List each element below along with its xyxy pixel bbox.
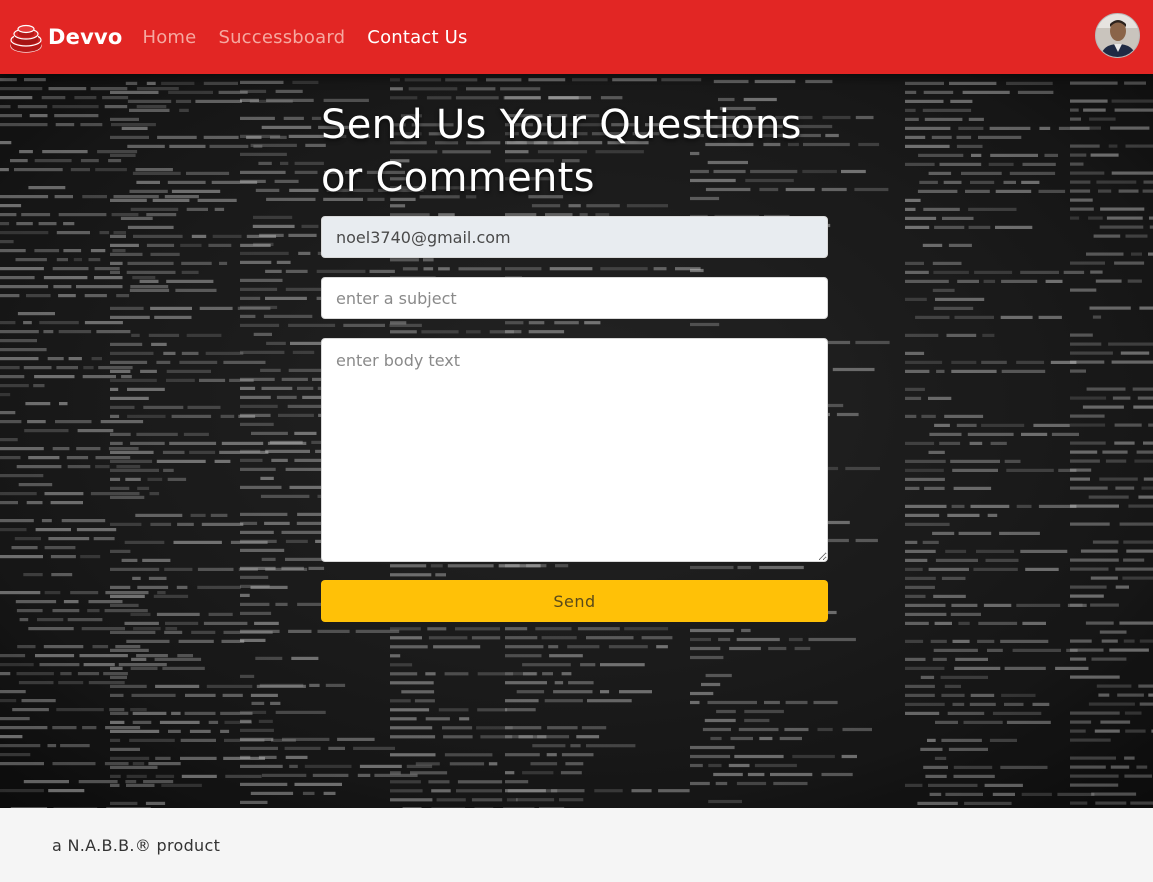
user-avatar-photo [1096, 14, 1139, 57]
send-button[interactable]: Send [321, 580, 828, 622]
avatar[interactable] [1095, 13, 1140, 58]
subject-field[interactable] [321, 277, 828, 319]
brand-name: Devvo [48, 25, 123, 49]
nav-link-home[interactable]: Home [142, 27, 196, 48]
footer: a N.A.B.B.® product [0, 808, 1153, 882]
contact-form-container: Send Us Your Questions or Comments Send [321, 99, 829, 622]
brand[interactable]: Devvo [10, 21, 122, 53]
navbar: Devvo Home Successboard Contact Us [0, 0, 1153, 74]
page-title: Send Us Your Questions or Comments [321, 99, 829, 205]
body-textarea[interactable] [321, 338, 828, 562]
footer-text: a N.A.B.B.® product [52, 835, 221, 855]
email-field[interactable] [321, 216, 828, 258]
hero-section: Send Us Your Questions or Comments Send [0, 74, 1153, 808]
contact-form: Send [321, 216, 829, 622]
page-title-line-2: or Comments [321, 155, 595, 201]
main-nav: Home Successboard Contact Us [142, 27, 489, 48]
stacked-red-cylinder-icon [10, 24, 42, 53]
page-title-line-1: Send Us Your Questions [321, 102, 802, 148]
nav-link-successboard[interactable]: Successboard [218, 27, 345, 48]
nav-link-contact-us[interactable]: Contact Us [367, 27, 467, 48]
